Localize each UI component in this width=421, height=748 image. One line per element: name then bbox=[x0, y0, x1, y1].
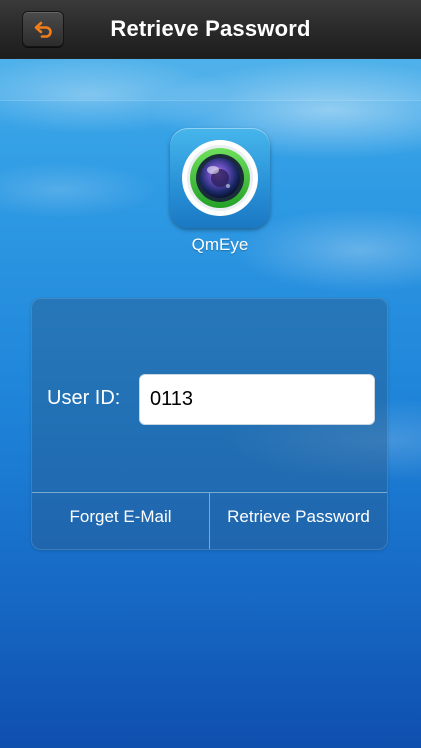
top-navigation-bar: Retrieve Password bbox=[0, 0, 421, 59]
forget-email-button[interactable]: Forget E-Mail bbox=[32, 493, 209, 549]
user-id-input[interactable] bbox=[139, 374, 375, 425]
retrieve-form-panel: User ID: Forget E-Mail Retrieve Password bbox=[31, 298, 388, 550]
header-band bbox=[0, 58, 421, 101]
page-title: Retrieve Password bbox=[110, 16, 311, 41]
retrieve-password-screen: Retrieve Password QmEye User ID: 0113 Fo… bbox=[0, 0, 421, 748]
camera-lens-icon bbox=[182, 140, 258, 216]
app-logo bbox=[170, 128, 270, 228]
user-id-label: User ID: bbox=[47, 387, 121, 409]
retrieve-password-button[interactable]: Retrieve Password bbox=[210, 493, 387, 549]
app-name: QmEye bbox=[191, 235, 249, 254]
